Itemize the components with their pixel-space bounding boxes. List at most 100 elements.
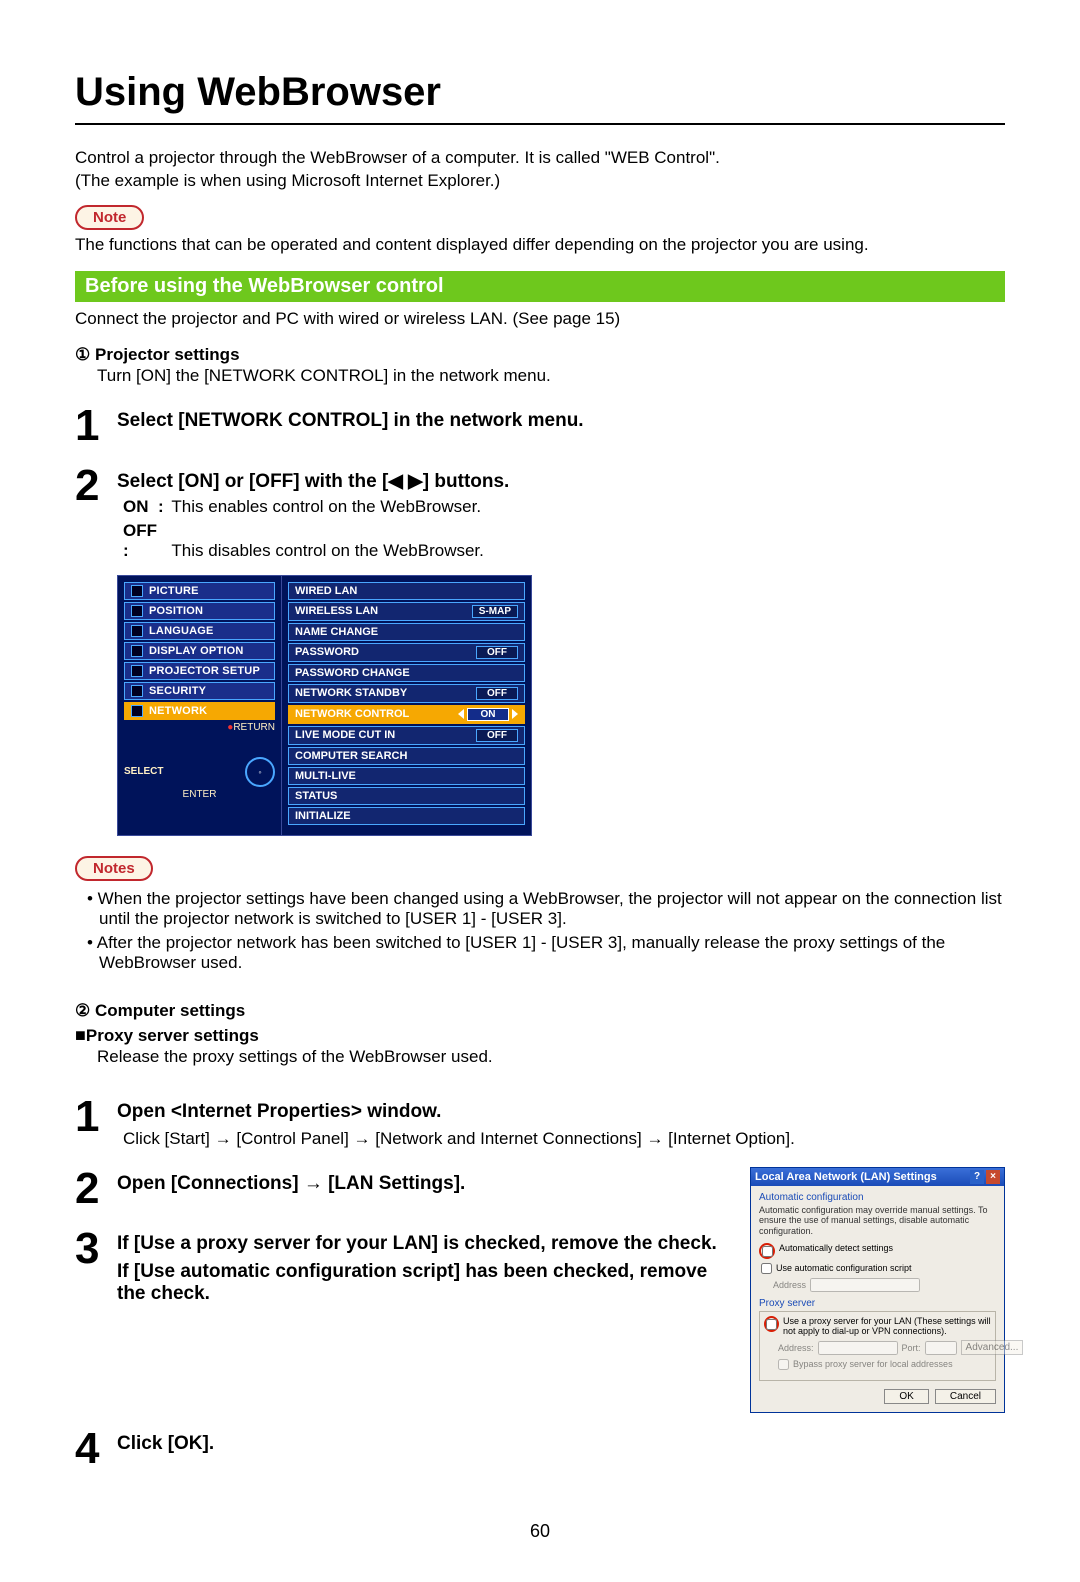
notes-bullet: • After the projector network has been s… — [87, 933, 1005, 973]
off-row: OFF : This disables control on the WebBr… — [123, 521, 1005, 561]
step-2-title-a: Select [ON] or [OFF] with the [ — [117, 471, 388, 492]
page-title: Using WebBrowser — [75, 70, 1005, 125]
proxy-step-1-number: 1 — [75, 1095, 117, 1149]
osd-right-label: NETWORK STANDBY — [295, 687, 407, 699]
osd-right-label: PASSWORD CHANGE — [295, 667, 410, 679]
red-circle-marker-2 — [764, 1316, 779, 1332]
address-label: Address — [773, 1280, 806, 1290]
osd-right-label: STATUS — [295, 790, 337, 802]
osd-right-label: LIVE MODE CUT IN — [295, 729, 395, 741]
osd-left-item: LANGUAGE — [124, 622, 275, 640]
proxy-server-heading: Proxy server — [759, 1298, 996, 1309]
dialog-titlebar: Local Area Network (LAN) Settings ? × — [751, 1168, 1004, 1186]
value-with-arrows: ON — [458, 708, 518, 721]
proxy-step-3-title-b: If [Use automatic configuration script] … — [117, 1261, 730, 1305]
step-1-number: 1 — [75, 404, 117, 448]
osd-value: OFF — [476, 729, 518, 742]
select-label: SELECT — [124, 766, 163, 777]
arrow-icons: ◀ ▶ — [388, 471, 423, 492]
osd-left-item: PICTURE — [124, 582, 275, 600]
proxy-port-input[interactable] — [925, 1341, 957, 1355]
use-proxy-row: Use a proxy server for your LAN (These s… — [764, 1316, 991, 1336]
osd-right-label: COMPUTER SEARCH — [295, 750, 407, 762]
off-label: OFF : — [123, 521, 167, 561]
cancel-button[interactable]: Cancel — [935, 1389, 996, 1404]
advanced-button[interactable]: Advanced... — [961, 1340, 1024, 1355]
osd-right-row: PASSWORD OFF — [288, 643, 525, 662]
menu-icon — [131, 705, 143, 717]
ok-button[interactable]: OK — [884, 1389, 928, 1404]
use-script-row: Use automatic configuration script — [761, 1263, 996, 1274]
step-1-title: Select [NETWORK CONTROL] in the network … — [117, 410, 1005, 432]
osd-left-pane: PICTURE POSITION LANGUAGE DISPLAY OPTION PRO… — [117, 575, 282, 836]
osd-right-row: MULTI-LIVE — [288, 767, 525, 785]
proxy-step-4-number: 4 — [75, 1427, 117, 1471]
use-proxy-checkbox[interactable] — [766, 1319, 777, 1330]
red-circle-marker-1 — [759, 1243, 775, 1259]
close-icon[interactable]: × — [986, 1170, 1000, 1184]
menu-icon — [131, 665, 143, 677]
osd-left-label: SECURITY — [149, 685, 206, 697]
osd-right-label: WIRED LAN — [295, 585, 357, 597]
osd-right-row: STATUS — [288, 787, 525, 805]
osd-right-row: COMPUTER SEARCH — [288, 747, 525, 765]
osd-left-item: SECURITY — [124, 682, 275, 700]
left-arrow-icon — [458, 709, 464, 719]
osd-left-label: POSITION — [149, 605, 203, 617]
osd-value: ON — [467, 708, 509, 721]
auto-detect-checkbox[interactable] — [762, 1246, 773, 1257]
proxy-port-label: Port: — [902, 1343, 921, 1353]
off-text: This disables control on the WebBrowser. — [171, 541, 483, 560]
osd-left-label: NETWORK — [149, 705, 207, 717]
bypass-checkbox[interactable] — [778, 1359, 789, 1370]
on-row: ON : This enables control on the WebBrow… — [123, 497, 1005, 517]
menu-icon — [131, 625, 143, 637]
osd-left-label: DISPLAY OPTION — [149, 645, 244, 657]
osd-left-label: PICTURE — [149, 585, 199, 597]
menu-icon — [131, 645, 143, 657]
computer-settings-label: Computer settings — [95, 1001, 245, 1020]
osd-right-row: INITIALIZE — [288, 807, 525, 825]
select-enter-hint: SELECT◦ — [124, 757, 275, 787]
menu-icon — [131, 605, 143, 617]
intro-line-1: Control a projector through the WebBrows… — [75, 147, 1005, 170]
script-address-input[interactable] — [810, 1278, 920, 1292]
notes-badge: Notes — [75, 856, 153, 881]
osd-menu: PICTURE POSITION LANGUAGE DISPLAY OPTION PRO… — [117, 575, 1005, 836]
osd-right-row: WIRED LAN — [288, 582, 525, 600]
osd-left-label: LANGUAGE — [149, 625, 214, 637]
note-badge: Note — [75, 205, 144, 230]
black-square-icon: ■ — [75, 1025, 86, 1045]
proxy-step-1-title: Open <Internet Properties> window. — [117, 1101, 1005, 1123]
on-text: This enables control on the WebBrowser. — [171, 497, 481, 516]
use-script-checkbox[interactable] — [761, 1263, 772, 1274]
osd-left-item: POSITION — [124, 602, 275, 620]
osd-right-row: NETWORK STANDBY OFF — [288, 684, 525, 703]
osd-left-item: PROJECTOR SETUP — [124, 662, 275, 680]
osd-value: OFF — [476, 687, 518, 700]
proxy-step-3-title-a: If [Use a proxy server for your LAN] is … — [117, 1233, 730, 1255]
enter-label: ENTER — [124, 789, 275, 800]
proxy-step-2-title: Open [Connections] → [LAN Settings]. — [117, 1173, 730, 1195]
circled-2: ② — [75, 1001, 90, 1020]
osd-right-label: WIRELESS LAN — [295, 605, 378, 617]
osd-right-label: NAME CHANGE — [295, 626, 378, 638]
osd-value: OFF — [476, 646, 518, 659]
osd-right-row: NETWORK CONTROL ON — [288, 705, 525, 724]
proxy-heading-label: Proxy server settings — [86, 1026, 259, 1045]
osd-right-label: PASSWORD — [295, 646, 359, 658]
osd-right-label: NETWORK CONTROL — [295, 708, 409, 720]
proxy-address-input[interactable] — [818, 1341, 898, 1355]
step-2-title-b: ] buttons. — [423, 471, 510, 492]
help-icon[interactable]: ? — [970, 1170, 984, 1184]
projector-settings-text: Turn [ON] the [NETWORK CONTROL] in the n… — [97, 365, 1005, 388]
notes-bullet: • When the projector settings have been … — [87, 889, 1005, 929]
bypass-label: Bypass proxy server for local addresses — [793, 1359, 953, 1369]
bypass-row: Bypass proxy server for local addresses — [778, 1359, 991, 1370]
proxy-heading: ■Proxy server settings — [75, 1025, 1005, 1046]
on-label: ON : — [123, 497, 167, 517]
osd-right-row: WIRELESS LANS-MAP — [288, 602, 525, 621]
proxy-address-label: Address: — [778, 1343, 814, 1353]
notes-list: • When the projector settings have been … — [75, 889, 1005, 973]
osd-right-row: LIVE MODE CUT IN OFF — [288, 726, 525, 745]
